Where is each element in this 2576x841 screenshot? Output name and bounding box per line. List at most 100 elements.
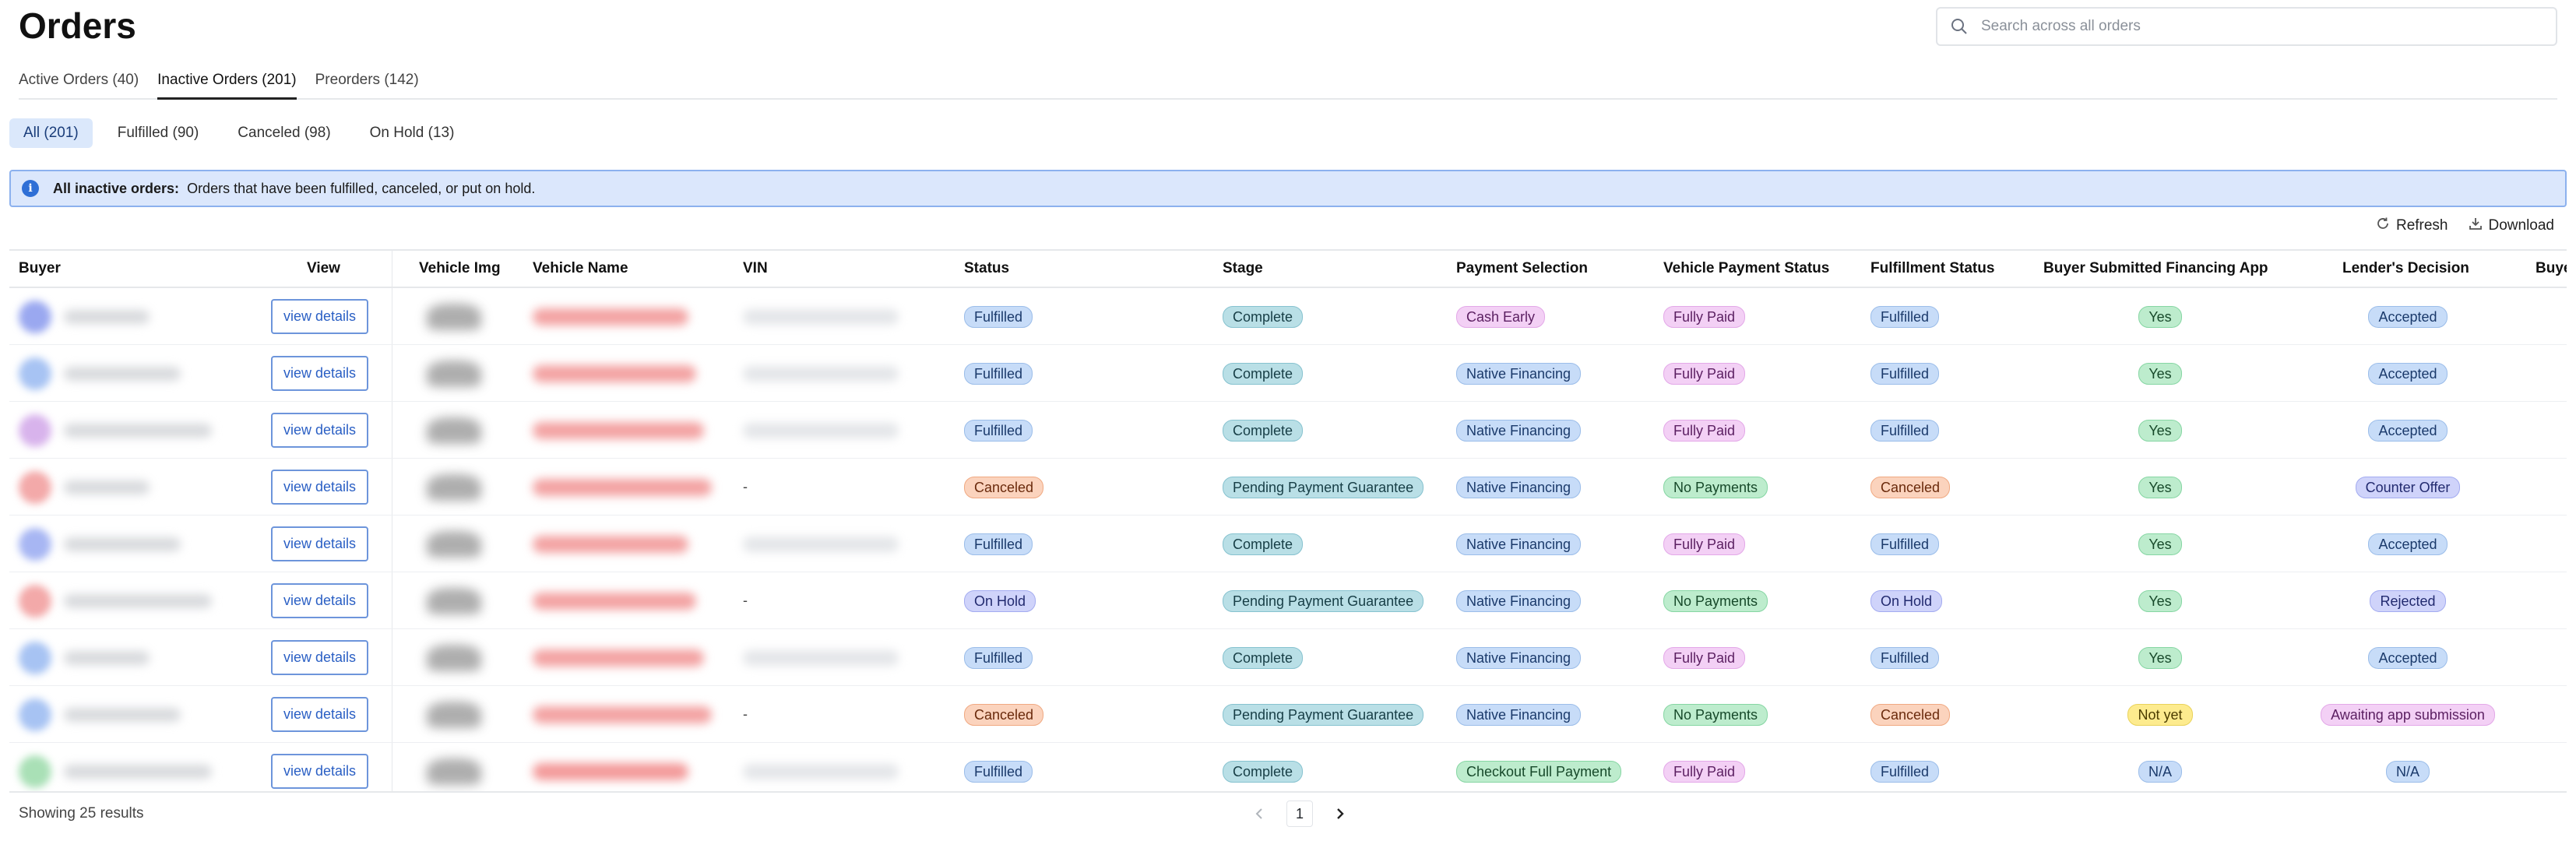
vin-redacted: [743, 308, 899, 325]
filter-fulfilled[interactable]: Fulfilled (90): [104, 118, 213, 148]
fulfillment-status-badge: Canceled: [1870, 703, 1951, 726]
status-badge: Fulfilled: [964, 533, 1033, 555]
filter-on-hold[interactable]: On Hold (13): [356, 118, 469, 148]
col-vehicle-name[interactable]: Vehicle Name: [533, 260, 628, 277]
view-cell: view details: [271, 743, 369, 791]
col-status[interactable]: Status: [964, 260, 1009, 277]
table-row[interactable]: view details Fulfilled Complete Native F…: [9, 516, 2567, 572]
stage-cell: Pending Payment Guarantee: [1223, 459, 1424, 516]
payment-selection-cell: Checkout Full Payment: [1456, 743, 1622, 791]
fulfillment-status-cell: Fulfilled: [1870, 402, 1940, 459]
stage-cell: Complete: [1223, 288, 1304, 345]
vehicle-payment-status-cell: Fully Paid: [1663, 288, 1746, 345]
table-row[interactable]: view details Fulfilled Complete Checkout…: [9, 743, 2567, 791]
status-badge: Canceled: [964, 703, 1044, 726]
status-filters: All (201) Fulfilled (90) Canceled (98) O…: [9, 118, 468, 148]
stage-badge: Complete: [1223, 362, 1304, 385]
col-buyer[interactable]: Buyer: [19, 260, 61, 277]
buyer-cell: [19, 459, 150, 516]
view-cell: view details: [271, 345, 369, 402]
refresh-icon: [2376, 216, 2390, 235]
vehicle-name-redacted: [533, 649, 704, 667]
vehicle-thumbnail: [427, 417, 481, 444]
lenders-decision-cell: Rejected: [2291, 572, 2525, 629]
table-row[interactable]: view details - Canceled Pending Payment …: [9, 459, 2567, 516]
view-details-button[interactable]: view details: [271, 413, 369, 448]
view-details-button[interactable]: view details: [271, 470, 369, 505]
table-row[interactable]: view details Fulfilled Complete Native F…: [9, 402, 2567, 459]
next-page-icon[interactable]: [1327, 801, 1353, 827]
stage-badge: Complete: [1223, 760, 1304, 783]
filter-all[interactable]: All (201): [9, 118, 93, 148]
download-button[interactable]: Download: [2469, 216, 2554, 235]
table-row[interactable]: view details - On Hold Pending Payment G…: [9, 572, 2567, 629]
vehicle-name-redacted: [533, 364, 696, 382]
col-view[interactable]: View: [307, 260, 340, 277]
table-row[interactable]: view details - Canceled Pending Payment …: [9, 686, 2567, 743]
lenders-decision-badge: Accepted: [2368, 305, 2448, 328]
col-fulfillment-status[interactable]: Fulfillment Status: [1870, 260, 1994, 277]
buyer-name-redacted: [64, 366, 181, 381]
lenders-decision-badge: Accepted: [2368, 362, 2448, 385]
tab-inactive-orders[interactable]: Inactive Orders (201): [157, 61, 297, 100]
col-payment-selection[interactable]: Payment Selection: [1456, 260, 1588, 277]
status-cell: Canceled: [964, 686, 1044, 743]
view-details-button[interactable]: view details: [271, 299, 369, 334]
stage-badge: Complete: [1223, 533, 1304, 555]
financing-app-cell: Yes: [2043, 402, 2277, 459]
fulfillment-status-cell: Fulfilled: [1870, 345, 1940, 402]
vehicle-img-cell: [427, 402, 481, 459]
table-row[interactable]: view details Fulfilled Complete Cash Ear…: [9, 288, 2567, 345]
col-vin[interactable]: VIN: [743, 260, 768, 277]
vehicle-name-cell: [533, 516, 688, 572]
vehicle-thumbnail: [427, 530, 481, 558]
status-cell: Fulfilled: [964, 345, 1033, 402]
vehicle-name-redacted: [533, 535, 688, 553]
view-cell: view details: [271, 516, 369, 572]
financing-app-cell: N/A: [2043, 743, 2277, 791]
stage-cell: Complete: [1223, 743, 1304, 791]
buyer-cell: [19, 743, 212, 791]
refresh-button[interactable]: Refresh: [2376, 216, 2448, 235]
payment-selection-cell: Cash Early: [1456, 288, 1546, 345]
financing-app-badge: Yes: [2138, 476, 2182, 498]
payment-selection-badge: Native Financing: [1456, 419, 1582, 442]
vehicle-img-cell: [427, 459, 481, 516]
view-details-button[interactable]: view details: [271, 526, 369, 561]
view-details-button[interactable]: view details: [271, 356, 369, 391]
page-number[interactable]: 1: [1286, 801, 1313, 827]
download-icon: [2469, 216, 2483, 235]
col-lenders-decision[interactable]: Lender's Decision: [2342, 260, 2469, 277]
col-stage[interactable]: Stage: [1223, 260, 1263, 277]
payment-selection-cell: Native Financing: [1456, 686, 1582, 743]
orders-table: Buyer View Vehicle Img Vehicle Name VIN …: [9, 249, 2567, 793]
search-box[interactable]: [1936, 7, 2557, 46]
tab-active-orders[interactable]: Active Orders (40): [19, 61, 139, 100]
vehicle-payment-status-cell: Fully Paid: [1663, 516, 1746, 572]
view-details-button[interactable]: view details: [271, 640, 369, 675]
vehicle-name-cell: [533, 743, 688, 791]
prev-page-icon[interactable]: [1246, 801, 1272, 827]
col-financing-app[interactable]: Buyer Submitted Financing App: [2043, 260, 2268, 277]
buyer-name-redacted: [64, 650, 150, 665]
filter-canceled[interactable]: Canceled (98): [223, 118, 344, 148]
view-details-button[interactable]: view details: [271, 583, 369, 618]
status-cell: Fulfilled: [964, 402, 1033, 459]
view-details-button[interactable]: view details: [271, 754, 369, 789]
status-cell: Fulfilled: [964, 743, 1033, 791]
lenders-decision-cell: Awaiting app submission: [2291, 686, 2525, 743]
col-buyer-extra[interactable]: Buye: [2536, 260, 2567, 277]
vin-cell: -: [743, 479, 748, 494]
vehicle-name-cell: [533, 686, 712, 743]
vehicle-thumbnail: [427, 360, 481, 387]
col-vehicle-payment-status[interactable]: Vehicle Payment Status: [1663, 260, 1829, 277]
vin-cell: [743, 629, 899, 686]
table-row[interactable]: view details Fulfilled Complete Native F…: [9, 629, 2567, 686]
tab-preorders[interactable]: Preorders (142): [315, 61, 419, 100]
table-row[interactable]: view details Fulfilled Complete Native F…: [9, 345, 2567, 402]
stage-cell: Complete: [1223, 516, 1304, 572]
col-vehicle-img[interactable]: Vehicle Img: [419, 260, 501, 277]
view-details-button[interactable]: view details: [271, 697, 369, 732]
search-input[interactable]: [1981, 18, 2526, 35]
fulfillment-status-cell: On Hold: [1870, 572, 1943, 629]
